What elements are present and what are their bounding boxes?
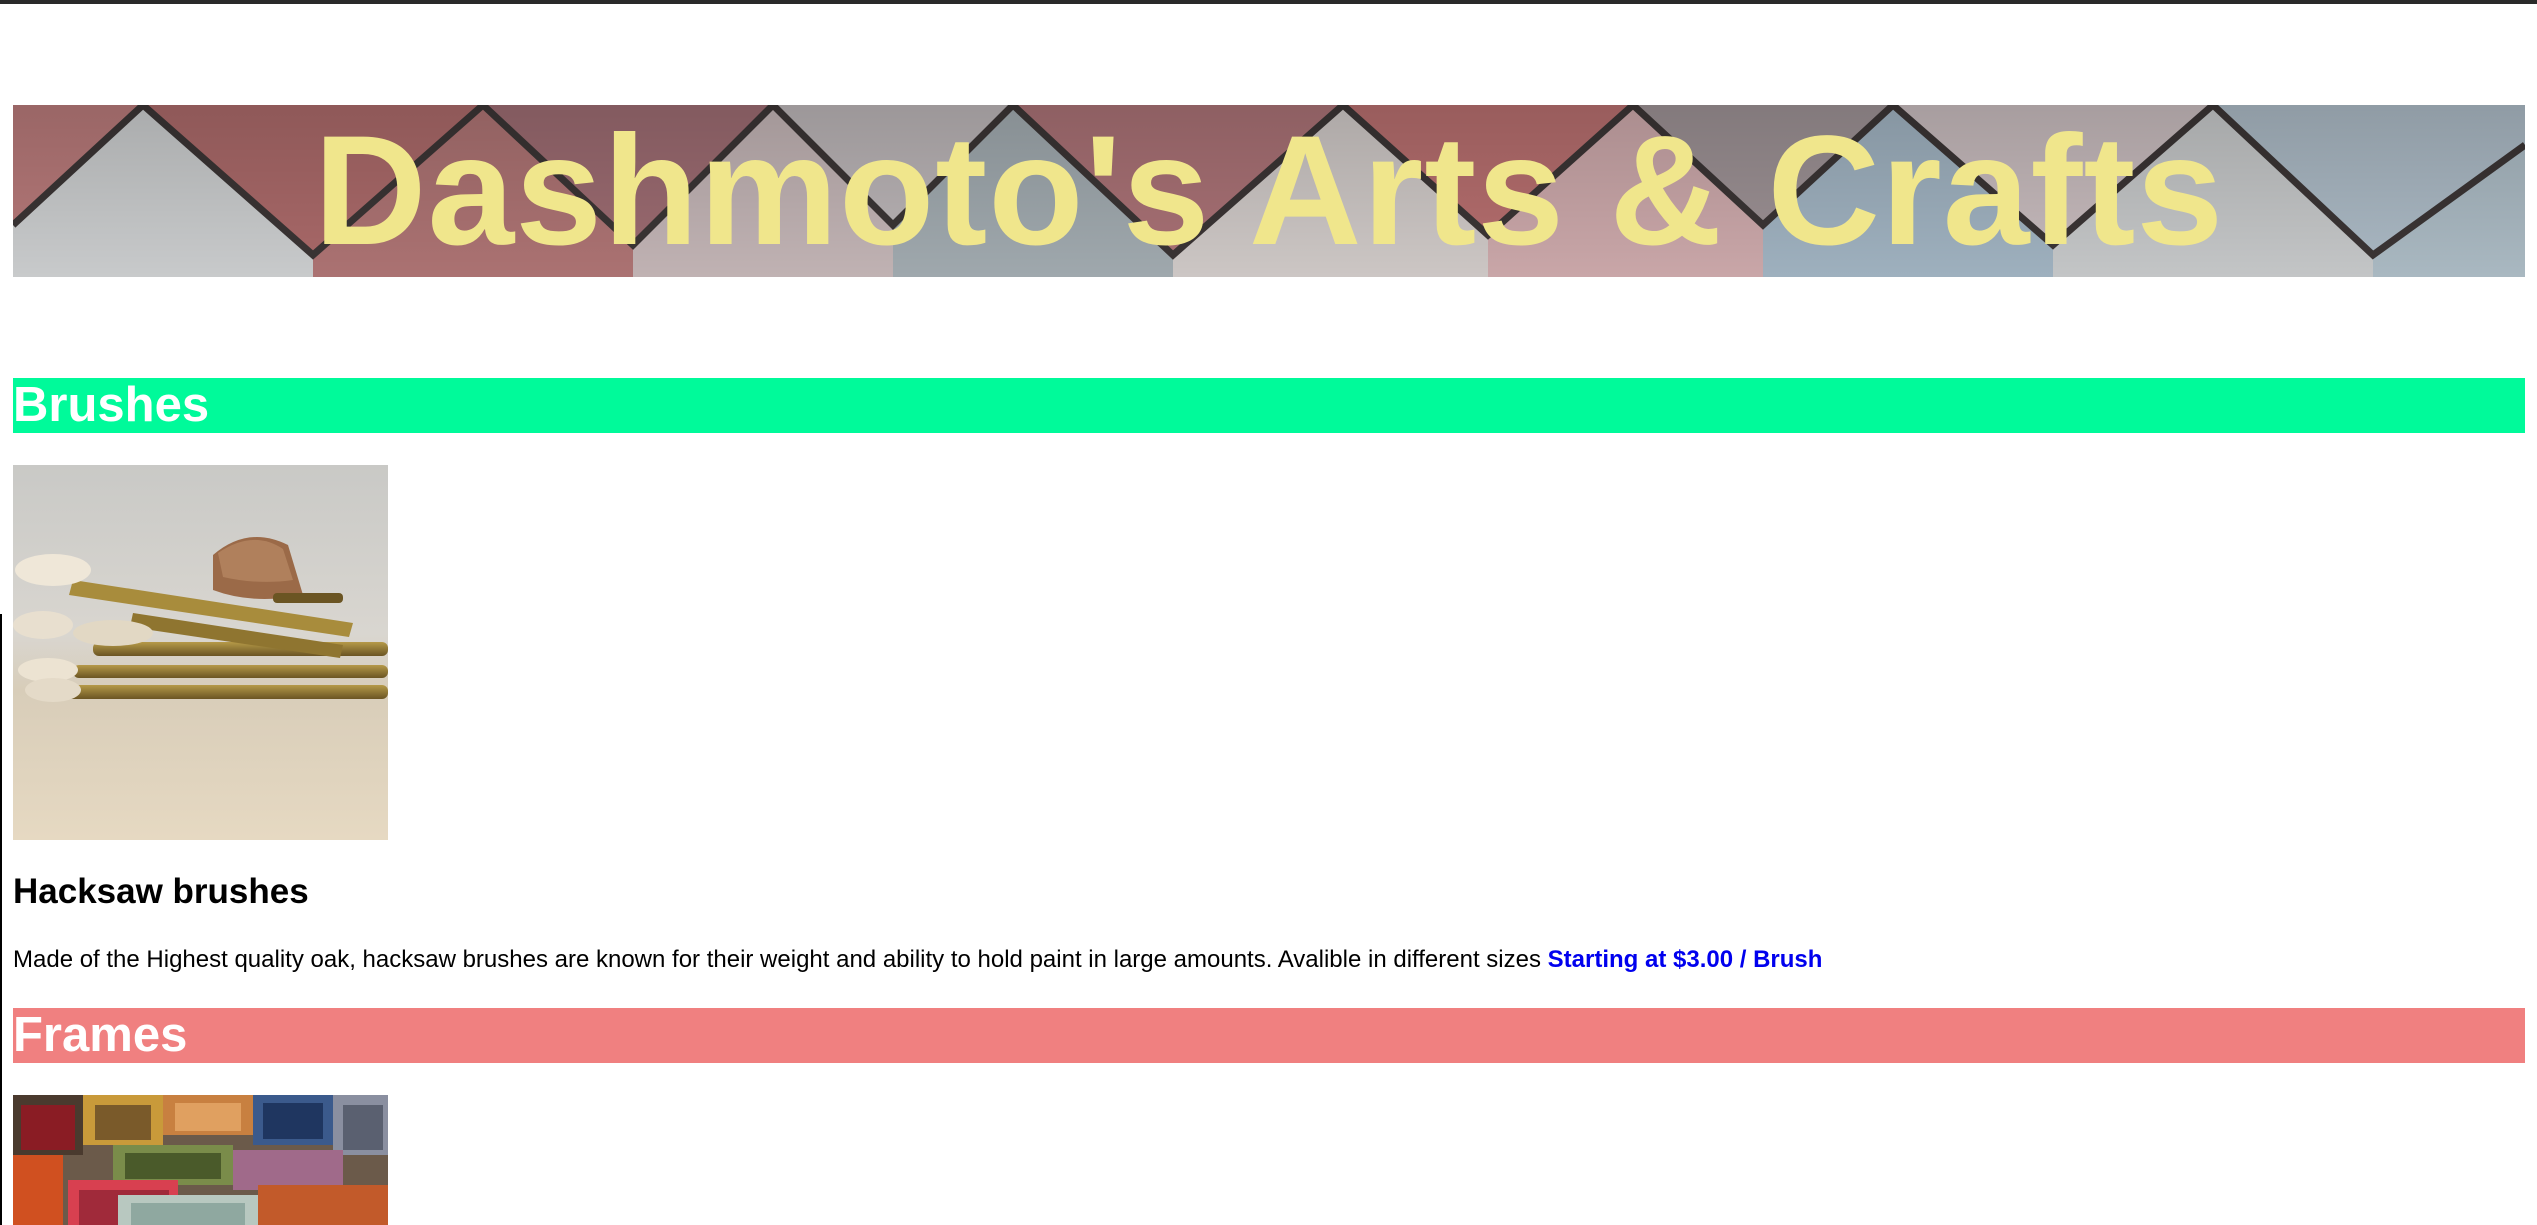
product-name: Hacksaw brushes xyxy=(13,872,309,911)
site-banner: Dashmoto's Arts & Crafts xyxy=(13,105,2525,277)
brushes-section-header: Brushes xyxy=(13,378,2525,433)
frames-section-header: Frames xyxy=(13,1008,2525,1063)
window-left-border xyxy=(0,614,2,1225)
product-description: Made of the Highest quality oak, hacksaw… xyxy=(13,946,1822,974)
hacksaw-brushes-image xyxy=(13,465,388,840)
product-description-text: Made of the Highest quality oak, hacksaw… xyxy=(13,946,1541,973)
window-top-border xyxy=(0,0,2537,4)
frames-image xyxy=(13,1095,388,1225)
product-price: Starting at $3.00 / Brush xyxy=(1547,946,1823,973)
site-title: Dashmoto's Arts & Crafts xyxy=(313,105,2225,277)
